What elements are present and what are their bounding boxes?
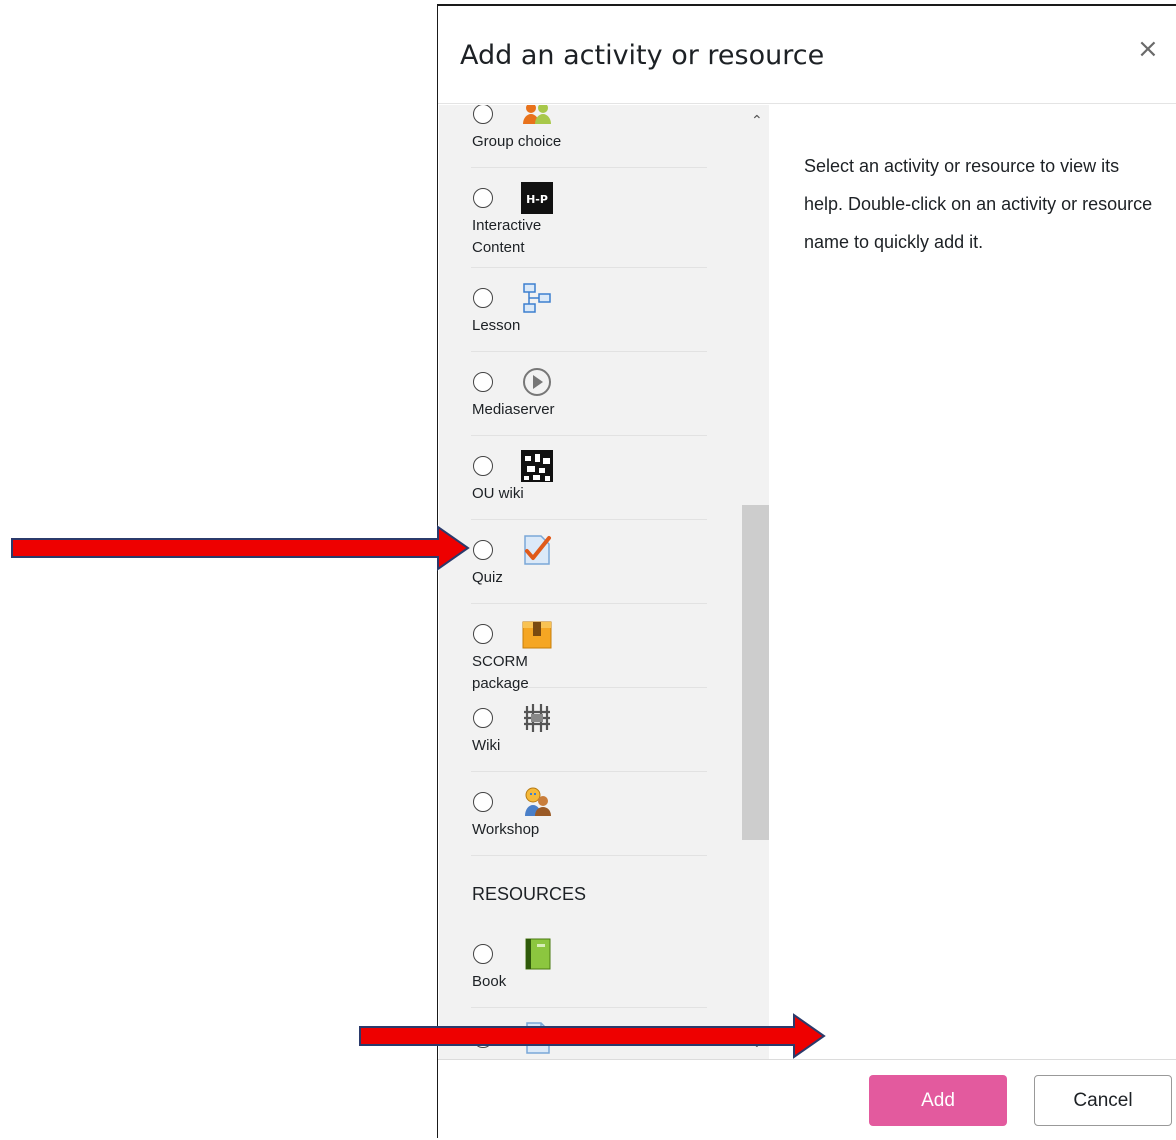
quiz-icon (524, 535, 551, 565)
option-book[interactable]: Book (471, 924, 707, 1008)
dialog-header: Add an activity or resource × (438, 6, 1176, 104)
radio-button[interactable] (473, 288, 493, 308)
option-label: Lesson (472, 317, 521, 334)
option-label: Workshop (472, 821, 540, 838)
option-label: Interactive Content (472, 217, 542, 256)
option-label: Book (472, 973, 507, 990)
dialog-title: Add an activity or resource (460, 40, 825, 71)
svg-text:H-P: H-P (526, 193, 548, 206)
scrollbar-thumb[interactable] (742, 505, 769, 840)
option-ou-wiki[interactable]: OU wiki (471, 436, 707, 520)
help-text: Select an activity or resource to view i… (804, 156, 1153, 252)
options-list-pane[interactable]: Group choice H-P Interactive Content Les… (439, 105, 769, 1059)
h5p-icon: H-P (521, 182, 553, 214)
lesson-icon (523, 283, 551, 313)
add-button[interactable]: Add (869, 1075, 1007, 1126)
option-wiki[interactable]: Wiki (471, 688, 707, 772)
wiki-icon (524, 704, 550, 732)
option-group-choice[interactable]: Group choice (471, 105, 707, 168)
dialog-footer: Add Cancel (438, 1059, 1176, 1140)
radio-button[interactable] (473, 456, 493, 476)
resources-heading-text: RESOURCES (472, 884, 587, 904)
radio-button[interactable] (473, 624, 493, 644)
workshop-icon (525, 787, 551, 816)
scroll-up-icon[interactable]: ⌃ (751, 113, 763, 129)
option-interactive-content[interactable]: H-P Interactive Content (471, 168, 707, 268)
radio-button[interactable] (473, 540, 493, 560)
book-icon (525, 938, 551, 970)
option-label: OU wiki (472, 485, 524, 502)
ou-wiki-icon (521, 450, 553, 482)
option-label: Quiz (472, 569, 503, 586)
group-choice-icon (523, 105, 551, 124)
radio-button[interactable] (473, 708, 493, 728)
option-mediaserver[interactable]: Mediaserver (471, 352, 707, 436)
radio-button[interactable] (473, 188, 493, 208)
radio-button[interactable] (473, 105, 493, 124)
mediaserver-icon (523, 368, 551, 396)
option-lesson[interactable]: Lesson (471, 268, 707, 352)
red-arrow-icon (359, 1013, 826, 1059)
close-icon[interactable]: × (1137, 36, 1159, 62)
option-workshop[interactable]: Workshop (471, 772, 707, 856)
radio-button[interactable] (473, 944, 493, 964)
cancel-button[interactable]: Cancel (1034, 1075, 1172, 1126)
option-label: Mediaserver (472, 401, 555, 418)
radio-button[interactable] (473, 792, 493, 812)
option-label: Group choice (472, 133, 562, 150)
option-label: Wiki (472, 737, 501, 754)
add-activity-dialog: Add an activity or resource × Group choi… (437, 4, 1176, 1140)
options-list: Group choice H-P Interactive Content Les… (439, 105, 739, 1059)
scorm-icon (522, 621, 552, 649)
resources-heading: RESOURCES (471, 856, 739, 924)
red-arrow-icon (11, 525, 470, 571)
radio-button[interactable] (473, 372, 493, 392)
option-quiz[interactable]: Quiz (471, 520, 707, 604)
option-scorm-package[interactable]: SCORM package (471, 604, 707, 692)
